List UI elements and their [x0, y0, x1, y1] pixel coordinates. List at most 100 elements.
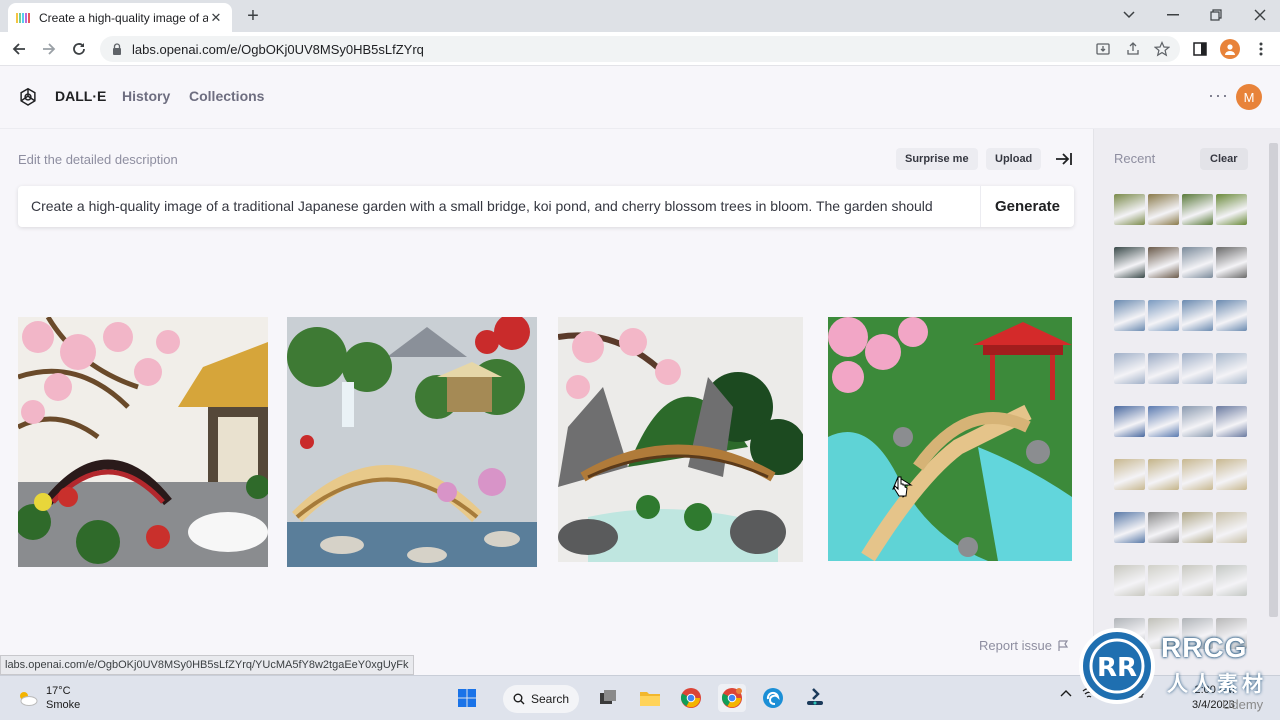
recent-thumbnail[interactable] — [1148, 459, 1179, 490]
result-image-4[interactable] — [828, 317, 1072, 561]
svg-text:RR: RR — [1097, 653, 1137, 683]
recent-thumbnail[interactable] — [1148, 512, 1179, 543]
collapse-sidebar-icon[interactable] — [1054, 150, 1074, 168]
recent-thumbnail[interactable] — [1216, 406, 1247, 437]
recent-thumbnail[interactable] — [1182, 565, 1213, 596]
chrome-active-icon[interactable] — [718, 684, 746, 712]
report-issue-link[interactable]: Report issue — [979, 638, 1069, 653]
restore-icon[interactable] — [1201, 4, 1231, 26]
share-icon[interactable] — [1124, 40, 1142, 58]
udemy-watermark: Udemy — [1222, 697, 1264, 712]
recent-thumbnail[interactable] — [1216, 300, 1247, 331]
recent-thumbnail[interactable] — [1182, 459, 1213, 490]
app-launcher-icon[interactable] — [801, 684, 829, 712]
taskbar-search-button[interactable]: Search — [503, 685, 579, 713]
recent-thumbnail[interactable] — [1182, 512, 1213, 543]
edge-icon[interactable] — [759, 684, 787, 712]
generate-button[interactable]: Generate — [980, 186, 1074, 227]
weather-temperature: 17°C — [46, 685, 71, 697]
recent-thumbnail[interactable] — [1114, 194, 1145, 225]
forward-arrow-icon[interactable] — [36, 36, 62, 62]
sidebar-scrollbar[interactable] — [1269, 143, 1278, 617]
weather-condition: Smoke — [46, 699, 81, 711]
recent-thumbnail[interactable] — [1114, 247, 1145, 278]
recent-thumbnail[interactable] — [1182, 406, 1213, 437]
minimize-icon[interactable] — [1158, 4, 1188, 26]
user-avatar[interactable]: M — [1236, 84, 1262, 110]
tab-title: Create a high-quality image of a — [39, 10, 208, 25]
recent-thumbnail[interactable] — [1216, 353, 1247, 384]
close-window-icon[interactable] — [1245, 4, 1275, 26]
recent-thumbnail[interactable] — [1182, 300, 1213, 331]
windows-start-icon[interactable] — [453, 684, 481, 712]
clear-button[interactable]: Clear — [1200, 148, 1248, 170]
nav-history[interactable]: History — [122, 88, 170, 104]
browser-profile-avatar[interactable] — [1220, 39, 1240, 59]
app-header: DALL·E History Collections ··· M — [0, 67, 1280, 129]
file-explorer-icon[interactable] — [636, 684, 664, 712]
cloud-sun-icon — [20, 692, 38, 706]
result-image-1[interactable] — [18, 317, 268, 567]
rrcg-logo-icon: RR — [1079, 628, 1155, 704]
weather-widget[interactable]: 17°C Smoke — [16, 684, 80, 712]
prompt-box: Create a high-quality image of a traditi… — [18, 186, 1074, 227]
surprise-me-button[interactable]: Surprise me — [896, 148, 978, 170]
recent-thumbnail[interactable] — [1114, 406, 1145, 437]
report-issue-label: Report issue — [979, 638, 1052, 653]
dalle-brand[interactable]: DALL·E — [55, 88, 106, 104]
side-panel-icon[interactable] — [1191, 40, 1209, 58]
chrome-icon[interactable] — [677, 684, 705, 712]
openai-favicon-icon — [16, 12, 30, 23]
recent-thumbnail[interactable] — [1216, 194, 1247, 225]
search-icon — [513, 693, 525, 705]
result-image-3[interactable] — [558, 317, 803, 562]
bookmark-star-icon[interactable] — [1153, 40, 1171, 58]
recent-thumbnail[interactable] — [1148, 406, 1179, 437]
lock-icon — [112, 43, 122, 55]
recent-thumbnail[interactable] — [1216, 459, 1247, 490]
recent-thumbnail[interactable] — [1148, 300, 1179, 331]
reload-icon[interactable] — [66, 36, 92, 62]
task-view-icon[interactable] — [594, 684, 622, 712]
watermark-cn: 人人素材 — [1167, 673, 1267, 696]
recent-thumbnail[interactable] — [1148, 247, 1179, 278]
address-bar-row: labs.openai.com/e/OgbOKj0UV8MSy0HB5sLfZY… — [0, 32, 1280, 66]
recent-thumbnail[interactable] — [1182, 353, 1213, 384]
recent-thumbnail[interactable] — [1114, 565, 1145, 596]
recent-thumbnail[interactable] — [1114, 353, 1145, 384]
tray-overflow-icon[interactable] — [1060, 689, 1072, 697]
install-app-icon[interactable] — [1094, 40, 1112, 58]
result-image-2[interactable] — [287, 317, 537, 567]
browser-tab[interactable]: Create a high-quality image of a ✕ — [8, 3, 232, 32]
back-arrow-icon[interactable] — [6, 36, 32, 62]
prompt-input[interactable]: Create a high-quality image of a traditi… — [18, 186, 980, 227]
recent-thumbnail[interactable] — [1182, 194, 1213, 225]
tab-search-icon[interactable] — [1114, 4, 1144, 26]
upload-button[interactable]: Upload — [986, 148, 1042, 170]
recent-thumbnail[interactable] — [1216, 565, 1247, 596]
recent-thumbnail[interactable] — [1114, 512, 1145, 543]
new-tab-button[interactable]: + — [242, 5, 264, 27]
browser-tab-bar: Create a high-quality image of a ✕ + — [0, 0, 1280, 32]
recent-thumbnail[interactable] — [1182, 247, 1213, 278]
recent-label: Recent — [1114, 151, 1156, 166]
mouse-cursor-icon — [893, 476, 908, 497]
taskbar-search-label: Search — [530, 692, 570, 706]
openai-logo-icon[interactable] — [17, 86, 39, 108]
recent-thumbnail[interactable] — [1148, 565, 1179, 596]
more-options-icon[interactable]: ··· — [1208, 85, 1229, 106]
status-bar-url: labs.openai.com/e/OgbOKj0UV8MSy0HB5sLfZY… — [0, 655, 414, 675]
recent-thumbnail[interactable] — [1216, 247, 1247, 278]
flag-icon — [1058, 639, 1069, 651]
recent-thumbnail[interactable] — [1148, 194, 1179, 225]
tab-close-icon[interactable]: ✕ — [208, 10, 224, 26]
recent-thumbnail[interactable] — [1216, 512, 1247, 543]
recent-thumbnail[interactable] — [1114, 459, 1145, 490]
recent-thumbnail[interactable] — [1148, 353, 1179, 384]
url-input[interactable]: labs.openai.com/e/OgbOKj0UV8MSy0HB5sLfZY… — [100, 36, 1180, 62]
nav-collections[interactable]: Collections — [189, 88, 264, 104]
recent-thumbnail[interactable] — [1114, 300, 1145, 331]
edit-description-label: Edit the detailed description — [18, 152, 178, 167]
browser-menu-icon[interactable] — [1252, 40, 1270, 58]
url-text: labs.openai.com/e/OgbOKj0UV8MSy0HB5sLfZY… — [132, 41, 424, 57]
